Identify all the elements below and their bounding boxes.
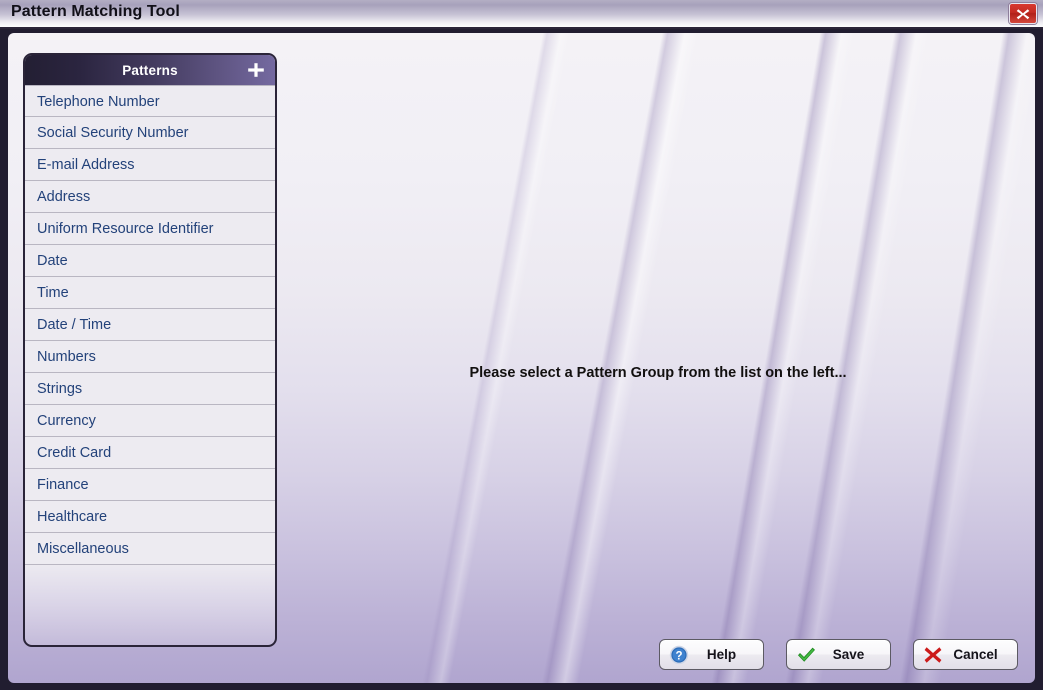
list-item[interactable]: Strings <box>25 373 275 405</box>
x-mark-icon <box>922 644 944 666</box>
list-item[interactable]: Numbers <box>25 341 275 373</box>
list-item[interactable]: E-mail Address <box>25 149 275 181</box>
help-button[interactable]: ? Help <box>659 639 764 670</box>
list-item[interactable]: Date / Time <box>25 309 275 341</box>
list-item[interactable]: Healthcare <box>25 501 275 533</box>
add-pattern-button[interactable] <box>247 61 265 79</box>
list-item[interactable]: Social Security Number <box>25 117 275 149</box>
list-item[interactable]: Currency <box>25 405 275 437</box>
patterns-list: Telephone Number Social Security Number … <box>25 85 275 565</box>
list-item[interactable]: Uniform Resource Identifier <box>25 213 275 245</box>
application-window: Pattern Matching Tool Patterns Telephone… <box>0 0 1043 690</box>
plus-icon <box>248 63 264 77</box>
patterns-panel: Patterns Telephone Number Social Securit… <box>23 53 277 647</box>
list-item[interactable]: Telephone Number <box>25 85 275 117</box>
title-bar: Pattern Matching Tool <box>0 0 1043 29</box>
window-title: Pattern Matching Tool <box>11 3 180 20</box>
list-item[interactable]: Date <box>25 245 275 277</box>
save-button-label: Save <box>832 647 865 662</box>
list-item[interactable]: Miscellaneous <box>25 533 275 565</box>
cancel-button[interactable]: Cancel <box>913 639 1018 670</box>
save-button[interactable]: Save <box>786 639 891 670</box>
help-question-icon: ? <box>668 644 690 666</box>
help-button-label: Help <box>706 647 737 662</box>
content-area: Patterns Telephone Number Social Securit… <box>8 33 1035 683</box>
svg-text:?: ? <box>675 650 682 662</box>
list-item[interactable]: Time <box>25 277 275 309</box>
patterns-panel-title: Patterns <box>122 62 178 78</box>
cancel-button-label: Cancel <box>953 647 998 662</box>
list-item[interactable]: Address <box>25 181 275 213</box>
close-button[interactable] <box>1009 3 1037 24</box>
empty-state-message: Please select a Pattern Group from the l… <box>469 365 847 381</box>
close-icon <box>1016 9 1030 20</box>
check-icon <box>795 644 817 666</box>
list-item[interactable]: Credit Card <box>25 437 275 469</box>
patterns-panel-header: Patterns <box>25 55 275 85</box>
footer-button-bar: ? Help Save Cancel <box>659 639 1018 670</box>
list-item[interactable]: Finance <box>25 469 275 501</box>
